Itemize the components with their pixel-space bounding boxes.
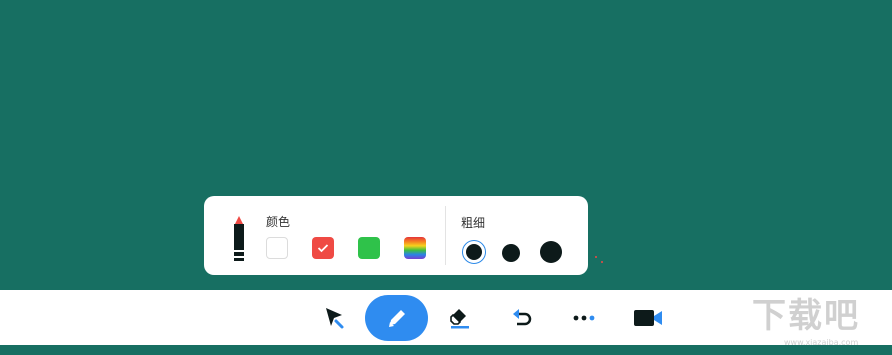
eraser-icon <box>450 309 469 329</box>
size-dot-small <box>466 244 482 260</box>
size-option-small[interactable] <box>462 240 486 264</box>
pen-preview-icon <box>234 216 244 261</box>
size-label: 粗细 <box>461 216 486 230</box>
color-swatch-red[interactable] <box>312 237 334 259</box>
size-option-large[interactable] <box>540 241 562 263</box>
color-swatch-green[interactable] <box>358 237 380 259</box>
more-dots-icon <box>573 315 595 321</box>
pencil-icon <box>388 310 405 327</box>
ink-dots <box>595 256 603 263</box>
color-label: 颜色 <box>266 215 291 229</box>
panel-divider <box>445 206 446 265</box>
watermark-logo: 下载吧 <box>752 296 860 336</box>
cursor-arrow-icon <box>326 308 344 329</box>
pen-settings-panel: 颜色 粗细 <box>204 196 588 275</box>
color-swatch-white[interactable] <box>266 237 288 259</box>
undo-icon <box>513 309 532 326</box>
watermark-url: www.xiazaiba.com <box>784 338 859 347</box>
undo-tool-button[interactable] <box>500 296 544 340</box>
color-swatch-rainbow[interactable] <box>404 237 426 259</box>
camera-tool-button[interactable] <box>626 296 670 340</box>
checkmark-icon <box>317 244 329 253</box>
video-camera-icon <box>634 310 662 326</box>
pen-tool-button[interactable] <box>365 295 428 341</box>
size-option-medium[interactable] <box>502 244 520 262</box>
select-tool-button[interactable] <box>312 296 356 340</box>
more-tools-button[interactable] <box>562 296 606 340</box>
eraser-tool-button[interactable] <box>438 296 482 340</box>
